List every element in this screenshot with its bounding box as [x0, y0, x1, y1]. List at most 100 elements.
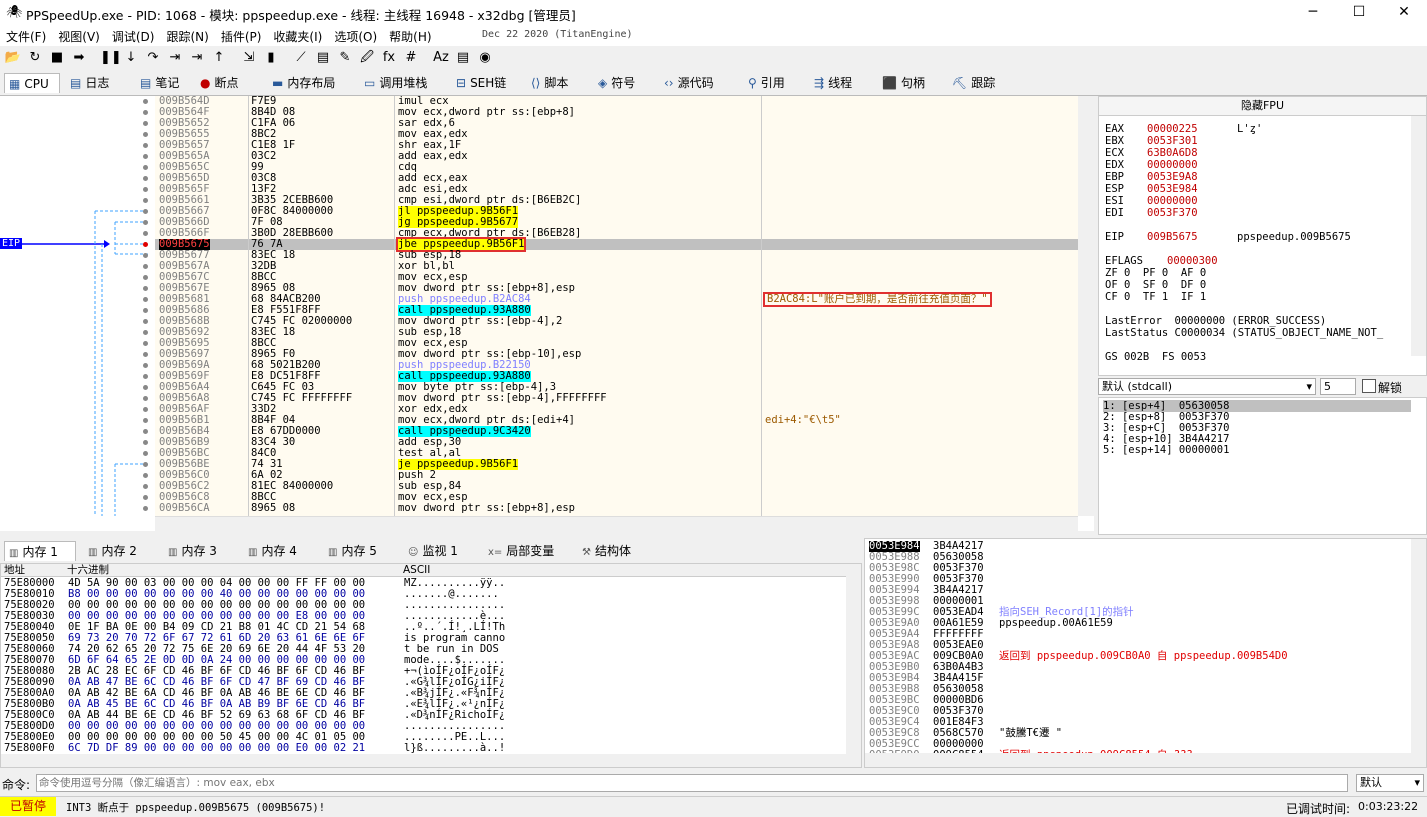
bp-marker[interactable]: [143, 198, 148, 203]
close-button[interactable]: ✕: [1381, 0, 1427, 26]
menu-plugins[interactable]: 插件(P): [215, 26, 268, 47]
disassembly-view[interactable]: EIP 009B564D F7E9 imul ecx 009B564F 8B4D 08 m…: [0, 96, 1094, 532]
disasm-line[interactable]: 009B56CA 8965 08 mov dword ptr ss:[ebp+8],…: [155, 503, 1078, 514]
comment-icon[interactable]: ▤: [314, 49, 332, 67]
disasm-line[interactable]: 009B565A 03C2 add eax,edx: [155, 151, 1078, 162]
tab-notes[interactable]: ▤ 笔记: [136, 73, 192, 93]
call-convention-select[interactable]: 默认 (stdcall) ▾: [1098, 378, 1316, 395]
bp-marker[interactable]: [143, 275, 148, 280]
disasm-line[interactable]: 009B567A 32DB xor bl,bl: [155, 261, 1078, 272]
calculator-icon[interactable]: ▤: [454, 49, 472, 67]
run-to-user-code-icon[interactable]: ⇲: [240, 49, 258, 67]
dump-row[interactable]: 75E800F0 6C 7D DF 89 00 00 00 00 00 00 00…: [1, 743, 846, 754]
bp-marker[interactable]: [143, 407, 148, 412]
menu-debug[interactable]: 调试(D): [106, 26, 161, 47]
breakpoint-dot[interactable]: [143, 242, 148, 247]
tab-cpu[interactable]: ▦ CPU: [4, 73, 60, 93]
tab-symbol[interactable]: ◈ 符号: [594, 73, 654, 93]
stack-hscrollbar[interactable]: [865, 753, 1426, 767]
trace-over-icon[interactable]: ⇥: [188, 49, 206, 67]
tab-memory-map[interactable]: ▬ 内存布局: [268, 73, 354, 93]
bp-marker[interactable]: [143, 319, 148, 324]
minimize-button[interactable]: ─: [1290, 0, 1336, 26]
bp-marker[interactable]: [143, 495, 148, 500]
dump-tab-7[interactable]: x= 局部变量: [484, 541, 570, 561]
dump-tab-5[interactable]: ▥ 内存 5: [324, 541, 396, 561]
disasm-line[interactable]: 009B565D 03C8 add ecx,eax: [155, 173, 1078, 184]
stack-arg[interactable]: 5: [esp+14] 00000001: [1103, 444, 1229, 456]
disasm-line[interactable]: 009B5692 83EC 18 sub esp,18: [155, 327, 1078, 338]
font-icon[interactable]: Aᴢ: [432, 49, 450, 67]
restart-icon[interactable]: ↻: [26, 49, 44, 67]
bp-marker[interactable]: [143, 165, 148, 170]
dump-tab-6[interactable]: ☺ 监视 1: [404, 541, 476, 561]
menu-help[interactable]: 帮助(H): [383, 26, 437, 47]
dump-hscrollbar[interactable]: [1, 754, 861, 767]
bp-marker[interactable]: [143, 209, 148, 214]
register-ecx[interactable]: ECX 63B0A6D8: [1105, 147, 1198, 159]
segments-row[interactable]: GS 002B FS 0053: [1105, 351, 1206, 363]
pause-icon[interactable]: ❚❚: [100, 49, 122, 67]
stack-scrollbar[interactable]: [1411, 539, 1426, 753]
command-input[interactable]: [36, 774, 1348, 792]
label-icon[interactable]: ✎: [336, 49, 354, 67]
bp-marker[interactable]: [143, 374, 148, 379]
tab-seh[interactable]: ⊟ SEH链: [452, 73, 522, 93]
tab-breakpoint[interactable]: ● 断点: [196, 73, 262, 93]
bp-marker[interactable]: [143, 110, 148, 115]
stack-arguments[interactable]: 1: [esp+4] 05630058 2: [esp+8] 0053F370 3:…: [1098, 397, 1427, 535]
flags-row-2[interactable]: OF 0 SF 0 DF 0: [1105, 279, 1206, 291]
bp-marker[interactable]: [143, 297, 148, 302]
register-eax[interactable]: EAX 00000225 L'ȥ': [1105, 123, 1262, 135]
menu-options[interactable]: 选项(O): [328, 26, 383, 47]
step-into-icon[interactable]: ↓: [122, 49, 140, 67]
registers-panel[interactable]: 隐藏FPU EAX 00000225 L'ȥ' EBX 0053F301 ECX 63B0A…: [1098, 96, 1427, 376]
tab-trace[interactable]: ⛏ 跟踪: [948, 73, 1008, 93]
disassembly-lines[interactable]: 009B564D F7E9 imul ecx 009B564F 8B4D 08 mov e…: [155, 96, 1078, 516]
patch-icon[interactable]: ⟋: [292, 49, 310, 67]
bp-marker[interactable]: [143, 352, 148, 357]
arg-count-spinner[interactable]: 5: [1320, 378, 1356, 395]
bp-marker[interactable]: [143, 506, 148, 511]
run-icon[interactable]: ➡: [70, 49, 88, 67]
bp-marker[interactable]: [143, 396, 148, 401]
bp-marker[interactable]: [143, 187, 148, 192]
disasm-scrollbar[interactable]: [1078, 96, 1094, 516]
dump-tab-4[interactable]: ▥ 内存 4: [244, 541, 316, 561]
last-error-row[interactable]: LastError 00000000 (ERROR_SUCCESS): [1105, 315, 1326, 327]
dump-tab-1[interactable]: ▥ 内存 1: [4, 541, 76, 561]
register-ebp[interactable]: EBP 0053E9A8: [1105, 171, 1198, 183]
tab-handle[interactable]: ⬛ 句柄: [878, 73, 942, 93]
disasm-line[interactable]: 009B5652 C1FA 06 sar edx,6: [155, 118, 1078, 129]
registers-scrollbar[interactable]: [1411, 116, 1426, 356]
bp-marker[interactable]: [143, 286, 148, 291]
disasm-line[interactable]: 009B5657 C1E8 1F shr eax,1F: [155, 140, 1078, 151]
hash-icon[interactable]: #: [402, 49, 420, 67]
disasm-line[interactable]: 009B5667 0F8C 84000000 jl ppspeedup.9B56F1: [155, 206, 1078, 217]
tab-thread[interactable]: ⇶ 线程: [810, 73, 872, 93]
bp-marker[interactable]: [143, 121, 148, 126]
maximize-button[interactable]: ☐: [1336, 0, 1382, 26]
bp-marker[interactable]: [143, 462, 148, 467]
register-eip[interactable]: EIP 009B5675 ppspeedup.009B5675: [1105, 231, 1351, 243]
stop-icon[interactable]: ■: [48, 49, 66, 67]
bp-marker[interactable]: [143, 385, 148, 390]
disasm-line[interactable]: 009B56C2 81EC 84000000 sub esp,84: [155, 481, 1078, 492]
bp-marker[interactable]: [143, 341, 148, 346]
bp-marker[interactable]: [143, 473, 148, 478]
menu-view[interactable]: 视图(V): [52, 26, 106, 47]
menu-favourites[interactable]: 收藏夹(I): [267, 26, 328, 47]
flags-row-3[interactable]: CF 0 TF 1 IF 1: [1105, 291, 1206, 303]
flags-row-1[interactable]: ZF 0 PF 0 AF 0: [1105, 267, 1206, 279]
bp-marker[interactable]: [143, 220, 148, 225]
step-over-icon[interactable]: ↷: [144, 49, 162, 67]
disasm-line[interactable]: 009B56BE 74 31 je ppspeedup.9B56F1: [155, 459, 1078, 470]
register-esi[interactable]: ESI 00000000: [1105, 195, 1198, 207]
disasm-line[interactable]: 009B56A8 C745 FC FFFFFFFF mov dword ptr ss…: [155, 393, 1078, 404]
dump-tab-8[interactable]: ⚒ 结构体: [578, 541, 646, 561]
dump-tab-2[interactable]: ▥ 内存 2: [84, 541, 156, 561]
bp-marker[interactable]: [143, 176, 148, 181]
bp-marker[interactable]: [143, 363, 148, 368]
tab-callstack[interactable]: ▭ 调用堆栈: [360, 73, 446, 93]
bp-marker[interactable]: [143, 143, 148, 148]
